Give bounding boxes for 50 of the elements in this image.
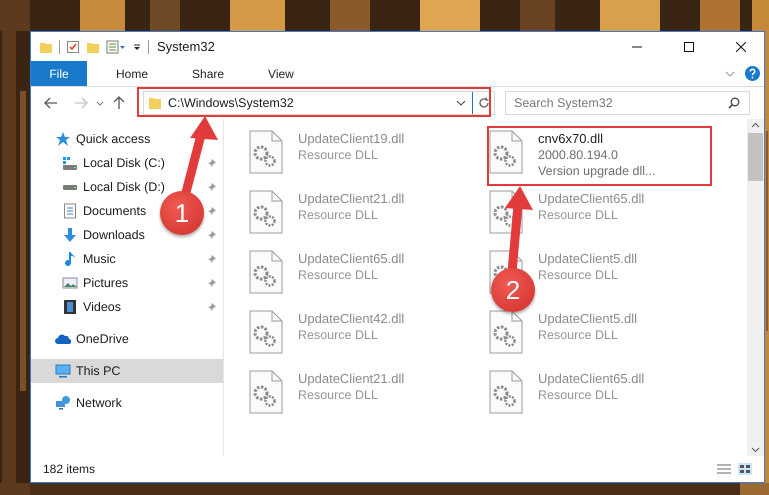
sidebar-label: Pictures: [83, 276, 128, 290]
sidebar-label: Local Disk (C:): [83, 156, 165, 170]
sidebar-item[interactable]: This PC: [31, 359, 223, 383]
sidebar-label: Downloads: [83, 228, 145, 242]
file-detail: Resource DLL: [538, 328, 619, 342]
file-name: UpdateClient5.dll: [538, 311, 638, 326]
search-field[interactable]: Search System32: [505, 91, 750, 115]
file-name: UpdateClient19.dll: [298, 131, 404, 146]
file-detail: Resource DLL: [298, 328, 379, 342]
sidebar-item[interactable]: Music: [31, 247, 120, 271]
file-detail: Resource DLL: [298, 148, 379, 162]
sidebar-label: Quick access: [76, 132, 150, 146]
file-detail: Resource DLL: [298, 268, 379, 282]
sidebar-label: Videos: [83, 300, 121, 314]
file-detail: Resource DLL: [298, 388, 379, 402]
sidebar-item[interactable]: Network: [31, 391, 126, 415]
file-name: UpdateClient21.dll: [298, 371, 404, 386]
sidebar-item[interactable]: Videos: [31, 295, 125, 319]
sidebar-item[interactable]: Downloads: [31, 223, 149, 247]
file-name: cnv6x70.dll: [538, 131, 604, 146]
file-name: UpdateClient42.dll: [298, 311, 404, 326]
ribbon-tab[interactable]: Home: [101, 61, 164, 86]
file-name: UpdateClient65.dll: [538, 371, 644, 386]
sidebar-item[interactable]: Documents: [31, 199, 150, 223]
file-detail: 2000.80.194.0: [538, 148, 619, 162]
window-title: System32: [157, 39, 215, 54]
address-field[interactable]: C:\Windows\System32: [143, 91, 495, 115]
file-name: UpdateClient21.dll: [298, 191, 404, 206]
ribbon-tab[interactable]: View: [253, 61, 309, 86]
file-name: UpdateClient65.dll: [538, 191, 644, 206]
sidebar-label: Network: [76, 396, 122, 410]
file-detail: Version upgrade dll...: [538, 164, 656, 178]
file-detail: Resource DLL: [538, 208, 619, 222]
sidebar-label: Local Disk (D:): [83, 180, 165, 194]
sidebar-item[interactable]: Local Disk (C:): [31, 151, 169, 175]
file-tab[interactable]: File: [31, 61, 87, 86]
sidebar-label: Documents: [83, 204, 146, 218]
file-detail: Resource DLL: [298, 208, 379, 222]
file-detail: Resource DLL: [538, 268, 619, 282]
sidebar-item[interactable]: Quick access: [31, 127, 154, 151]
sidebar-item[interactable]: OneDrive: [31, 327, 133, 351]
sidebar-item[interactable]: Pictures: [31, 271, 132, 295]
file-detail: Resource DLL: [538, 388, 619, 402]
ribbon-tab[interactable]: Share: [177, 61, 240, 86]
item-count: 182 items: [43, 462, 96, 476]
sidebar-label: OneDrive: [76, 332, 129, 346]
sidebar-label: Music: [83, 252, 116, 266]
file-name: UpdateClient65.dll: [298, 251, 404, 266]
sidebar-label: This PC: [76, 364, 120, 378]
file-name: UpdateClient5.dll: [538, 251, 638, 266]
